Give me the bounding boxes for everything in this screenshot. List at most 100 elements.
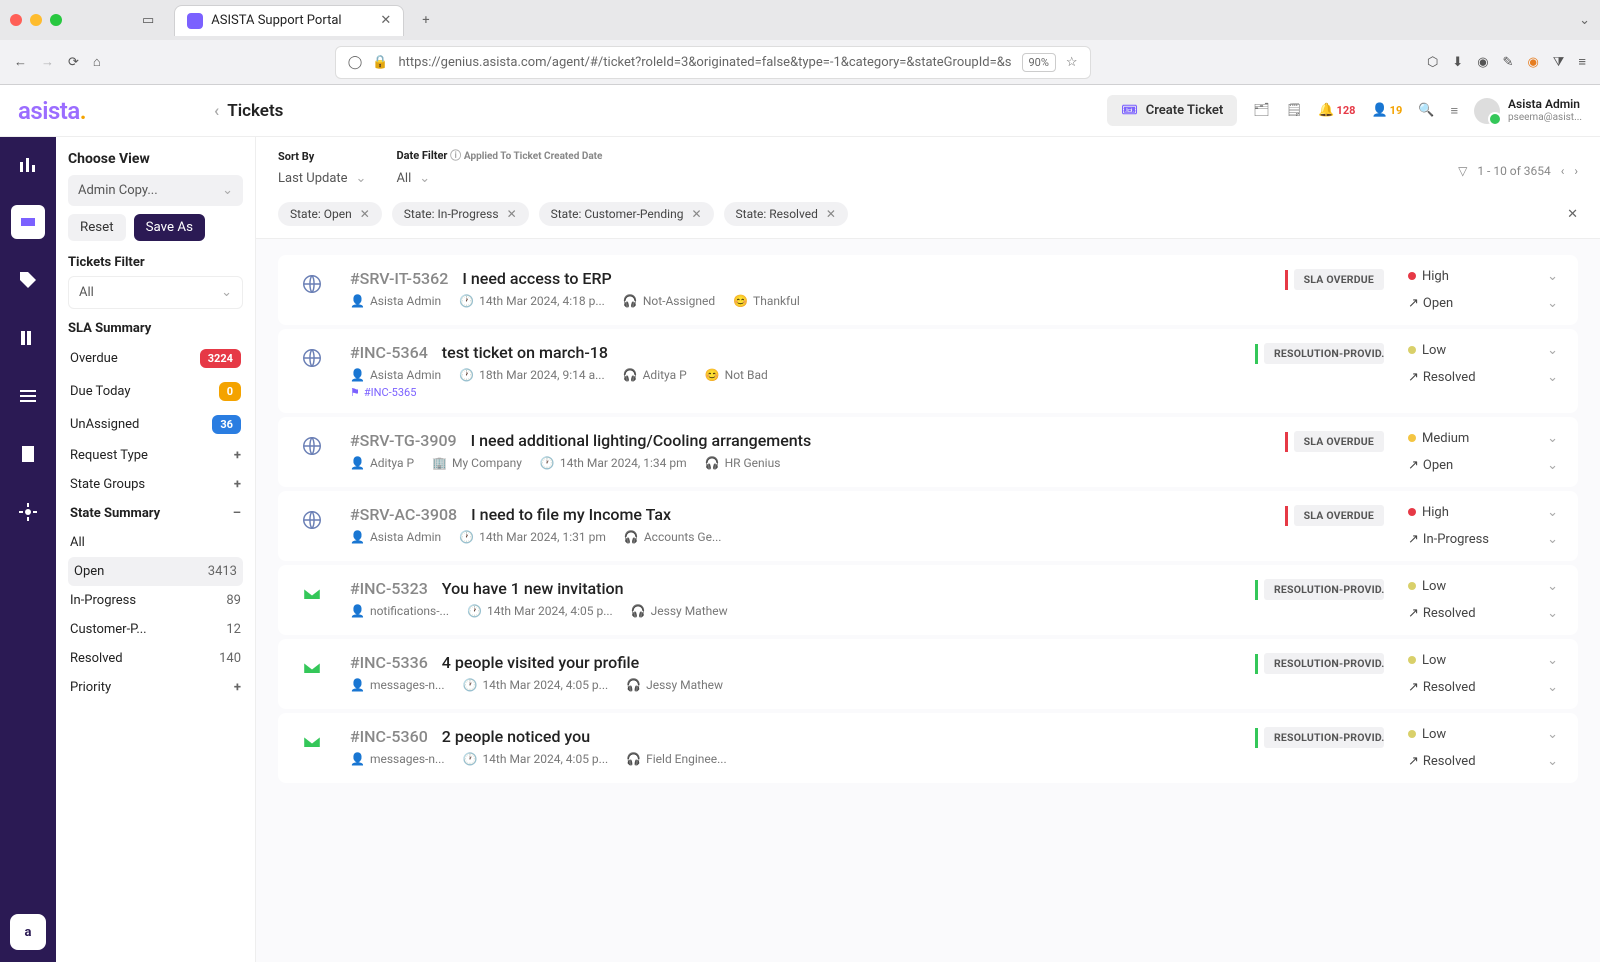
user-menu[interactable]: Asista Admin pseema@asist...: [1474, 98, 1582, 124]
status-select[interactable]: ↗Resolved⌄: [1408, 754, 1558, 769]
chip-remove-icon[interactable]: ✕: [507, 207, 517, 221]
home-icon[interactable]: ⌂: [93, 54, 101, 70]
priority-select[interactable]: Medium⌄: [1408, 431, 1558, 446]
record-icon[interactable]: ◉: [1527, 55, 1538, 70]
state-summary-row[interactable]: State Summary–: [68, 499, 243, 528]
page-next-icon[interactable]: ›: [1574, 164, 1578, 178]
date-filter-select[interactable]: All ⌄: [396, 167, 602, 190]
filter-chip[interactable]: State: Resolved✕: [724, 202, 848, 226]
forward-icon[interactable]: →: [41, 54, 54, 70]
tickets-filter-select[interactable]: All⌄: [68, 276, 243, 309]
nav-reports-icon[interactable]: [11, 437, 45, 471]
page-prev-icon[interactable]: ‹: [1561, 164, 1565, 178]
priority-select[interactable]: High⌄: [1408, 505, 1558, 520]
ticket-icon: 🎟: [1121, 103, 1138, 118]
state-item[interactable]: Customer-P...12: [68, 615, 243, 644]
user-icon: 👤: [350, 294, 365, 308]
ticket-date: 🕐18th Mar 2024, 9:14 a...: [459, 368, 604, 382]
state-groups-row[interactable]: State Groups+: [68, 470, 243, 499]
priority-select[interactable]: Low⌄: [1408, 653, 1558, 668]
ticket-row[interactable]: #SRV-TG-3909I need additional lighting/C…: [278, 417, 1578, 487]
status-select[interactable]: ↗In-Progress⌄: [1408, 532, 1558, 547]
tabs-dropdown-icon[interactable]: ⌄: [1579, 13, 1590, 28]
info-icon[interactable]: ⓘ: [450, 149, 461, 162]
priority-select[interactable]: High⌄: [1408, 269, 1558, 284]
nav-tags-icon[interactable]: [11, 263, 45, 297]
view-select[interactable]: Admin Copy...⌄: [68, 175, 243, 206]
ticket-row[interactable]: #SRV-IT-5362I need access to ERP 👤Asista…: [278, 255, 1578, 325]
extensions-icon[interactable]: ⧩: [1553, 55, 1565, 70]
ticket-row[interactable]: #INC-5323You have 1 new invitation 👤noti…: [278, 565, 1578, 635]
shield-icon[interactable]: ◯: [348, 55, 363, 70]
status-select[interactable]: ↗Resolved⌄: [1408, 370, 1558, 385]
bell-icon[interactable]: 🔔128: [1318, 103, 1355, 118]
reload-icon[interactable]: ⟳: [68, 55, 79, 70]
bookmark-icon[interactable]: ☆: [1066, 55, 1078, 70]
ticket-row[interactable]: #INC-5364test ticket on march-18 👤Asista…: [278, 329, 1578, 413]
download-icon[interactable]: ⬇: [1452, 55, 1463, 70]
linked-ticket[interactable]: ⚑#INC-5365: [350, 386, 1231, 399]
filter-chip[interactable]: State: Open✕: [278, 202, 382, 226]
status-select[interactable]: ↗Open⌄: [1408, 296, 1558, 311]
filter-chip[interactable]: State: Customer-Pending✕: [539, 202, 714, 226]
ticket-row[interactable]: #SRV-AC-3908I need to file my Income Tax…: [278, 491, 1578, 561]
inbox-icon[interactable]: 🗂: [1253, 103, 1270, 118]
app-menu-icon[interactable]: ≡: [1578, 54, 1586, 70]
mail-source-icon: [298, 731, 326, 753]
priority-row[interactable]: Priority+: [68, 673, 243, 702]
nav-list-icon[interactable]: [11, 379, 45, 413]
user-email: pseema@asist...: [1508, 112, 1582, 123]
status-select[interactable]: ↗Resolved⌄: [1408, 606, 1558, 621]
save-as-button[interactable]: Save As: [134, 214, 205, 241]
new-tab-icon[interactable]: +: [422, 13, 429, 28]
state-item[interactable]: Open3413: [68, 557, 243, 586]
sla-item[interactable]: Due Today0: [68, 375, 243, 408]
pocket-icon[interactable]: ⬡: [1427, 55, 1438, 70]
sort-by-select[interactable]: Last Update ⌄: [278, 167, 366, 190]
filter-icon[interactable]: ▽: [1458, 164, 1467, 178]
sla-item[interactable]: Overdue3224: [68, 342, 243, 375]
sidebar-toggle-icon[interactable]: ▭: [142, 13, 154, 28]
sla-item[interactable]: UnAssigned36: [68, 408, 243, 441]
priority-select[interactable]: Low⌄: [1408, 579, 1558, 594]
search-icon[interactable]: 🔍: [1418, 103, 1434, 118]
lock-icon[interactable]: 🔒: [372, 55, 388, 70]
menu-icon[interactable]: ≡: [1450, 103, 1458, 119]
notes-icon[interactable]: 🗒: [1286, 103, 1303, 118]
status-select[interactable]: ↗Resolved⌄: [1408, 680, 1558, 695]
chip-remove-icon[interactable]: ✕: [691, 207, 701, 221]
status-select[interactable]: ↗Open⌄: [1408, 458, 1558, 473]
account-icon[interactable]: ◉: [1477, 55, 1488, 70]
state-item[interactable]: Resolved140: [68, 644, 243, 673]
window-controls[interactable]: [10, 14, 62, 26]
state-item[interactable]: In-Progress89: [68, 586, 243, 615]
chip-remove-icon[interactable]: ✕: [826, 207, 836, 221]
browser-tab[interactable]: ASISTA Support Portal ✕: [174, 5, 404, 36]
create-ticket-button[interactable]: 🎟 Create Ticket: [1107, 95, 1237, 126]
app-topbar: asista. ‹ Tickets 🎟 Create Ticket 🗂 🗒 🔔1…: [0, 85, 1600, 137]
nav-app-icon[interactable]: a: [10, 914, 46, 950]
nav-tickets-icon[interactable]: [11, 205, 45, 239]
priority-select[interactable]: Low⌄: [1408, 343, 1558, 358]
back-icon[interactable]: ←: [14, 54, 27, 70]
clear-filters-icon[interactable]: ✕: [1567, 207, 1578, 222]
nav-kb-icon[interactable]: [11, 321, 45, 355]
assign-icon[interactable]: 👤19: [1371, 103, 1402, 118]
reset-button[interactable]: Reset: [68, 214, 126, 241]
address-bar[interactable]: ◯ 🔒 https://genius.asista.com/agent/#/ti…: [335, 46, 1091, 79]
tab-close-icon[interactable]: ✕: [380, 13, 391, 28]
nav-dashboard-icon[interactable]: [11, 147, 45, 181]
ticket-row[interactable]: #INC-53602 people noticed you 👤messages-…: [278, 713, 1578, 783]
priority-select[interactable]: Low⌄: [1408, 727, 1558, 742]
eyedropper-icon[interactable]: ✎: [1503, 55, 1514, 70]
request-type-row[interactable]: Request Type+: [68, 441, 243, 470]
ticket-row[interactable]: #INC-53364 people visited your profile 👤…: [278, 639, 1578, 709]
back-arrow-icon[interactable]: ‹: [214, 101, 219, 121]
state-item[interactable]: All: [68, 528, 243, 557]
chip-remove-icon[interactable]: ✕: [360, 207, 370, 221]
zoom-badge[interactable]: 90%: [1022, 53, 1056, 72]
ticket-date: 🕐14th Mar 2024, 4:05 p...: [462, 752, 608, 766]
nav-settings-icon[interactable]: [11, 495, 45, 529]
ticket-title: I need access to ERP: [462, 269, 611, 288]
filter-chip[interactable]: State: In-Progress✕: [392, 202, 529, 226]
